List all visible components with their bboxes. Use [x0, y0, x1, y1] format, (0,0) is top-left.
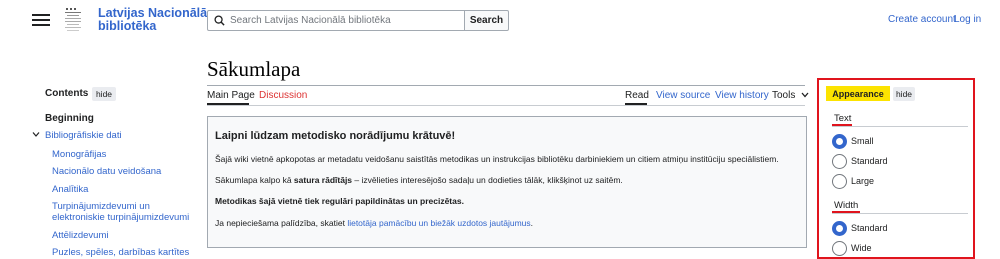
toc-item-monografijas[interactable]: Monogrāfijas — [52, 149, 202, 160]
toc-item-puzles[interactable]: Puzles, spēles, darbības kartītes — [52, 247, 202, 258]
toc-item-nacionalo-datu[interactable]: Nacionālo datu veidošana — [52, 166, 202, 177]
tab-discussion[interactable]: Discussion — [259, 90, 307, 101]
tab-view-history[interactable]: View history — [715, 90, 769, 101]
library-logo-icon[interactable] — [62, 6, 84, 36]
contents-heading: Contents — [45, 88, 89, 99]
notice-paragraph-4: Ja nepieciešama palīdzība, skatiet lieto… — [215, 218, 534, 228]
search-button[interactable]: Search — [464, 10, 509, 31]
tab-view-source[interactable]: View source — [656, 90, 710, 101]
tools-menu[interactable]: Tools — [772, 90, 809, 101]
create-account-link[interactable]: Create account — [888, 14, 956, 25]
log-in-link[interactable]: Log in — [954, 14, 981, 25]
notice-paragraph-1: Šajā wiki vietnē apkopotas ar metadatu v… — [215, 154, 779, 164]
tabs-divider — [207, 105, 805, 106]
text-standard-label[interactable]: Standard — [851, 156, 888, 166]
width-standard-label[interactable]: Standard — [851, 223, 888, 233]
tab-main-page[interactable]: Main Page — [207, 90, 255, 101]
appearance-heading: Appearance — [826, 86, 890, 101]
toc-item-turpinajumizdevumi-line2[interactable]: elektroniskie turpinājumizdevumi — [52, 212, 202, 223]
toc-item-beginning[interactable]: Beginning — [45, 113, 94, 124]
chevron-down-icon — [801, 92, 809, 98]
toc-emphasis: satura rādītājs — [293, 175, 353, 185]
title-divider — [207, 85, 805, 86]
text-standard-radio[interactable] — [832, 154, 847, 169]
notice-title: Laipni lūdzam metodisko norādījumu krātu… — [215, 130, 456, 142]
contents-hide-button[interactable]: hide — [92, 87, 116, 101]
text-large-label[interactable]: Large — [851, 176, 874, 186]
width-standard-radio[interactable] — [832, 221, 847, 236]
width-wide-radio[interactable] — [832, 241, 847, 256]
tools-label: Tools — [772, 90, 796, 101]
notice-paragraph-3: Metodikas šajā vietnē tiek regulāri papi… — [215, 196, 464, 206]
help-link[interactable]: lietotāja pamācību un biežāk uzdotos jau… — [347, 218, 530, 228]
search-input[interactable] — [230, 11, 460, 30]
text-small-radio[interactable] — [832, 134, 847, 149]
site-name-line2: bibliotēka — [98, 19, 157, 33]
toc-item-analitika[interactable]: Analītika — [52, 184, 202, 195]
width-label: Width — [834, 200, 859, 211]
toc-item-attelizdevumi[interactable]: Attēlizdevumi — [52, 230, 202, 241]
text-small-label[interactable]: Small — [851, 136, 874, 146]
toc-item-bibliografiskie-dati[interactable]: Bibliogrāfiskie dati — [45, 130, 122, 141]
site-name-link[interactable]: Latvijas Nacionālā bibliotēka — [98, 7, 208, 33]
appearance-hide-button[interactable]: hide — [893, 87, 915, 101]
main-menu-button[interactable] — [32, 12, 50, 30]
notice-paragraph-2: Sākumlapa kalpo kā satura rādītājs – izv… — [215, 175, 623, 185]
width-wide-label[interactable]: Wide — [851, 243, 872, 253]
page-title: Sākumlapa — [207, 57, 301, 81]
hamburger-icon — [32, 14, 50, 16]
tab-read[interactable]: Read — [625, 90, 649, 101]
search-box[interactable] — [207, 10, 465, 31]
width-section-divider — [832, 213, 968, 214]
text-section-divider — [832, 126, 968, 127]
chevron-down-icon[interactable] — [32, 131, 40, 138]
toc-item-turpinajumizdevumi-line1[interactable]: Turpinājumizdevumi un — [52, 201, 202, 212]
search-icon — [214, 15, 225, 26]
text-large-radio[interactable] — [832, 174, 847, 189]
text-size-label: Text — [834, 113, 852, 124]
